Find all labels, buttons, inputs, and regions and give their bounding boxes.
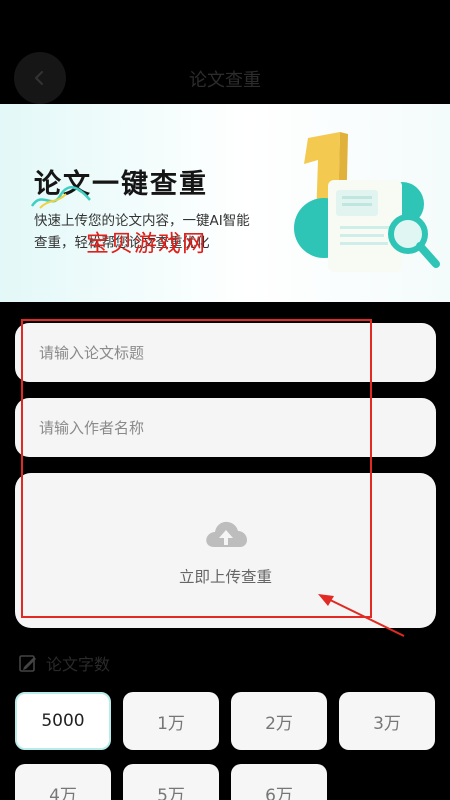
word-count-option-10k[interactable]: 1万	[123, 692, 219, 750]
word-count-label: 论文字数	[46, 655, 111, 674]
cloud-upload-icon	[206, 521, 247, 547]
word-count-option-60k[interactable]: 6万	[231, 764, 327, 800]
upload-label: 立即上传查重	[178, 568, 272, 586]
word-count-option-50k[interactable]: 5万	[123, 764, 219, 800]
banner: 论文一键查重 快速上传您的论文内容，一键AI智能查重，轻松帮您论文查重优化 宝贝…	[0, 104, 450, 302]
paper-title-input[interactable]	[15, 323, 436, 382]
squiggle-decoration	[30, 186, 91, 209]
watermark-text: 宝贝游戏网	[86, 231, 206, 257]
word-count-option-30k[interactable]: 3万	[339, 692, 435, 750]
page-title: 论文查重	[189, 70, 261, 91]
word-count-option-20k[interactable]: 2万	[231, 692, 327, 750]
document-search-illustration	[294, 132, 440, 272]
top-bar: 论文查重	[0, 0, 450, 105]
word-count-option-40k[interactable]: 4万	[15, 764, 111, 800]
upload-button[interactable]: 立即上传查重	[15, 473, 436, 628]
edit-icon	[19, 655, 36, 672]
author-name-input[interactable]	[15, 398, 436, 457]
word-count-section-label: 论文字数	[18, 651, 110, 675]
word-count-option-5000[interactable]: 5000	[15, 692, 111, 750]
